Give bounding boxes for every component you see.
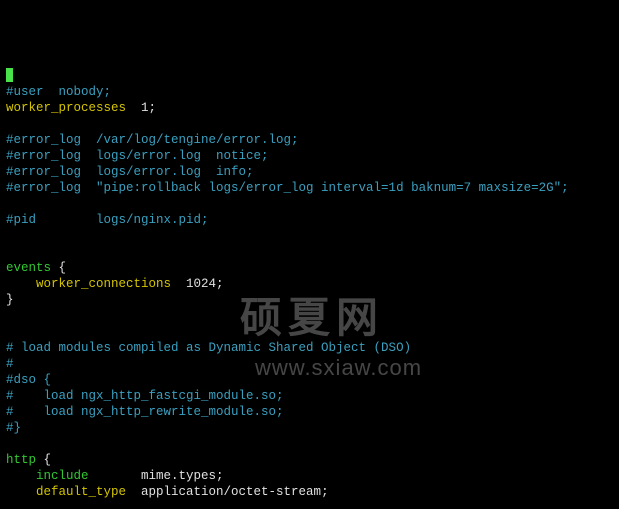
code-content: #user nobody; worker_processes 1; #error… xyxy=(6,68,613,509)
code-editor[interactable]: 硕夏网 www.sxiaw.com #user nobody; worker_p… xyxy=(0,0,619,509)
